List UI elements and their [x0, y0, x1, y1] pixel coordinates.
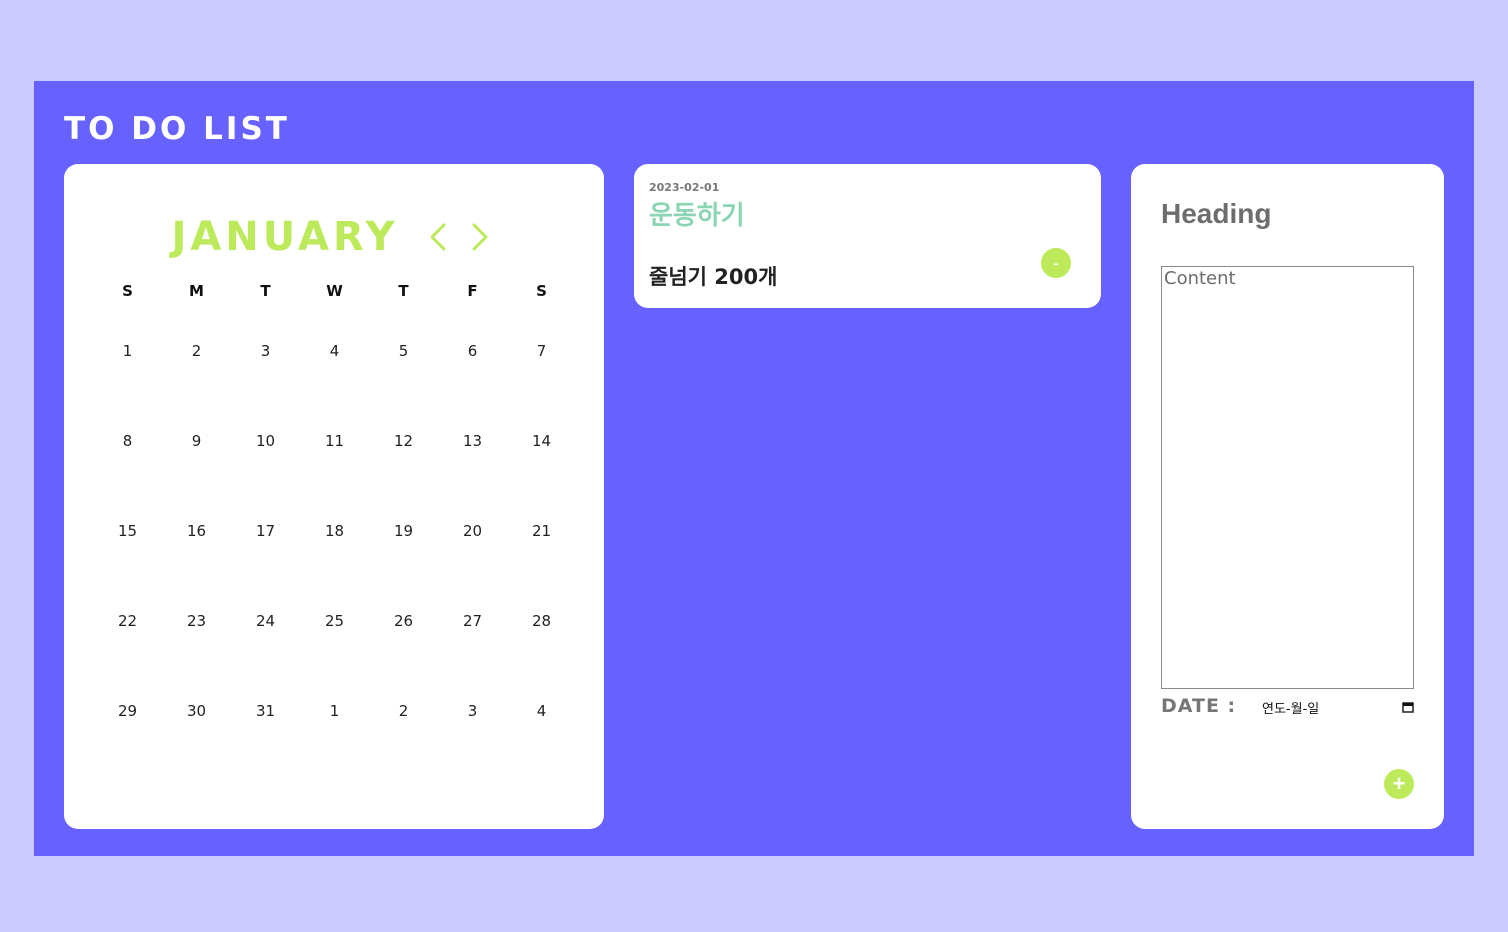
- weekday-label: M: [189, 282, 204, 300]
- calendar-day[interactable]: 9: [162, 396, 231, 486]
- minus-icon: -: [1053, 253, 1059, 273]
- calendar-day[interactable]: 30: [162, 666, 231, 756]
- todo-date: 2023-02-01: [649, 181, 720, 194]
- add-todo-button[interactable]: +: [1384, 769, 1414, 799]
- calendar-day[interactable]: 4: [507, 666, 576, 756]
- calendar-day[interactable]: 24: [231, 576, 300, 666]
- calendar-day[interactable]: 2: [162, 306, 231, 396]
- remove-todo-button[interactable]: -: [1041, 248, 1071, 278]
- week-row: 29 30 31 1 2 3 4: [93, 666, 577, 756]
- calendar-day[interactable]: 25: [300, 576, 369, 666]
- content-textarea[interactable]: [1161, 266, 1414, 689]
- calendar-day[interactable]: 1: [300, 666, 369, 756]
- calendar-day[interactable]: 21: [507, 486, 576, 576]
- calendar-day[interactable]: 20: [438, 486, 507, 576]
- week-row: 1234567: [93, 306, 577, 396]
- calendar-day[interactable]: 6: [438, 306, 507, 396]
- calendar-day[interactable]: 31: [231, 666, 300, 756]
- calendar-header: JANUARY: [64, 214, 604, 260]
- week-row: 8 9 10 11 12 13 14: [93, 396, 577, 486]
- date-label: DATE :: [1161, 695, 1237, 717]
- todo-title: 운동하기: [649, 201, 745, 231]
- calendar-weeks: 1 2 3 4 5 6 7 8 9 10 11 12 13 14 15 16 17 18 19 20 21 22 23 24 2…: [93, 306, 577, 756]
- week-row: 15 16 17 18 19 20 21: [93, 486, 577, 576]
- chevron-right-icon: [472, 223, 488, 251]
- calendar-day[interactable]: 22: [93, 576, 162, 666]
- calendar-day[interactable]: 3: [438, 666, 507, 756]
- calendar-day[interactable]: 8: [93, 396, 162, 486]
- week-row: 22 23 24 25 26 27 28: [93, 576, 577, 666]
- weekday-label: S: [536, 282, 547, 300]
- calendar-day[interactable]: 28: [507, 576, 576, 666]
- calendar-day[interactable]: 12: [369, 396, 438, 486]
- weekday-label: T: [260, 282, 271, 300]
- plus-icon: +: [1392, 771, 1406, 796]
- weekday-row: S M T W T F S: [93, 276, 577, 306]
- calendar-day[interactable]: 4: [300, 306, 369, 396]
- calendar-day[interactable]: 1: [93, 306, 162, 396]
- app-container: TO DO LIST JANUARY S M T W T F S 1 2 3 4…: [34, 81, 1474, 856]
- weekday-label: T: [398, 282, 409, 300]
- calendar-day[interactable]: 16: [162, 486, 231, 576]
- calendar-day[interactable]: 29: [93, 666, 162, 756]
- weekday-label: S: [122, 282, 133, 300]
- calendar-day[interactable]: 15: [93, 486, 162, 576]
- weekday-label: W: [326, 282, 343, 300]
- calendar-day[interactable]: 23: [162, 576, 231, 666]
- calendar-icon[interactable]: [1402, 701, 1414, 713]
- app-title: TO DO LIST: [64, 111, 290, 147]
- heading-input[interactable]: [1161, 194, 1411, 234]
- calendar-day[interactable]: 17: [231, 486, 300, 576]
- todo-content: 줄넘기 200개: [649, 265, 778, 289]
- calendar-month: JANUARY: [171, 214, 399, 260]
- chevron-left-icon: [430, 223, 446, 251]
- calendar-day[interactable]: 14: [507, 396, 576, 486]
- calendar-day[interactable]: 3: [231, 306, 300, 396]
- calendar-day[interactable]: 10: [231, 396, 300, 486]
- calendar-day[interactable]: 7: [507, 306, 576, 396]
- weekday-label: F: [467, 282, 478, 300]
- calendar-day[interactable]: 18: [300, 486, 369, 576]
- calendar-day[interactable]: 19: [369, 486, 438, 576]
- calendar-card: JANUARY S M T W T F S 12345 6 7 8 9 10 1…: [64, 164, 604, 829]
- calendar-day[interactable]: 2: [369, 666, 438, 756]
- calendar-grid: S M T W T F S 1 2 3 4 5 6 7 8 9 10 11 12 13 14 15 16 17 1…: [93, 276, 577, 756]
- next-month-button[interactable]: [463, 217, 497, 257]
- calendar-day[interactable]: 11: [300, 396, 369, 486]
- date-placeholder: 연도-월-일: [1262, 701, 1320, 717]
- calendar-day[interactable]: 27: [438, 576, 507, 666]
- date-input[interactable]: 연도-월-일: [1262, 696, 1414, 718]
- calendar-day[interactable]: 26: [369, 576, 438, 666]
- calendar-day[interactable]: 5: [369, 306, 438, 396]
- add-todo-form: DATE : 연도-월-일 +: [1131, 164, 1444, 829]
- calendar-day[interactable]: 13: [438, 396, 507, 486]
- prev-month-button[interactable]: [421, 217, 455, 257]
- todo-item: 2023-02-01 운동하기 줄넘기 200개 -: [634, 164, 1101, 308]
